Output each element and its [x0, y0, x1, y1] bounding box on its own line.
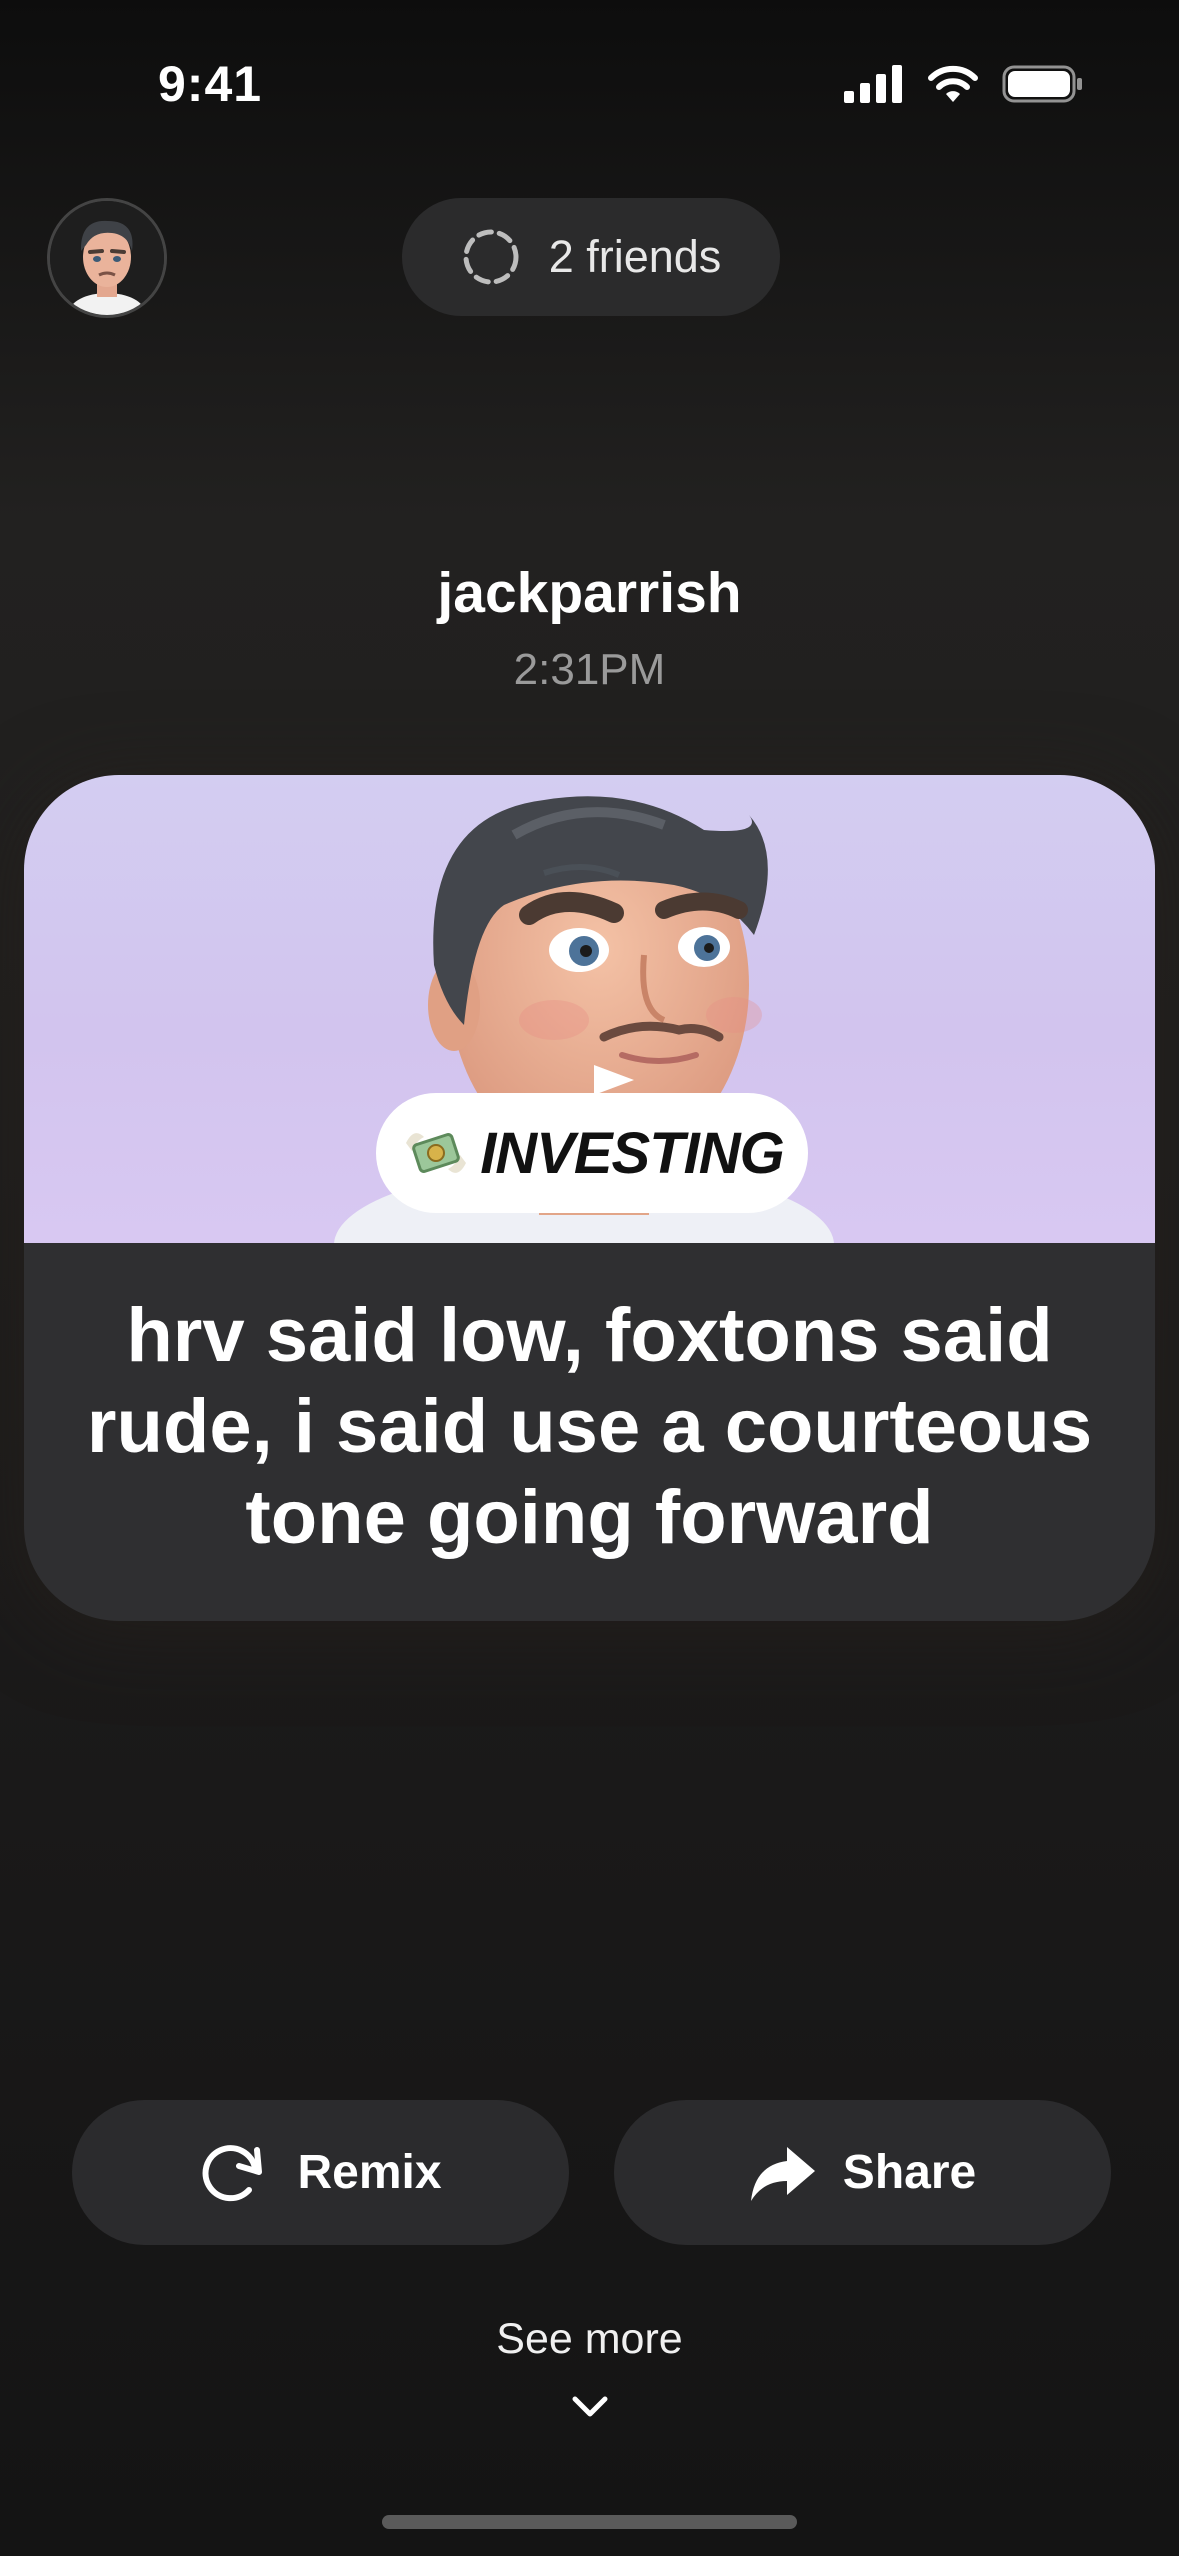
cellular-signal-icon — [844, 65, 902, 103]
remix-label: Remix — [297, 2146, 442, 2199]
topic-sticker: INVESTING — [376, 1093, 808, 1213]
friends-pill[interactable]: 2 friends — [402, 198, 780, 316]
status-bar: 9:41 — [0, 0, 1179, 170]
money-with-wings-icon — [406, 1133, 467, 1173]
share-label: Share — [842, 2146, 977, 2199]
wifi-icon — [928, 65, 978, 102]
dashed-circle-icon — [463, 229, 519, 285]
profile-avatar[interactable] — [47, 198, 167, 318]
post-card[interactable]: INVESTING hrv said low, foxtons said rud… — [24, 775, 1155, 1621]
rotate-clockwise-icon — [203, 2144, 263, 2201]
home-indicator[interactable] — [382, 2515, 797, 2529]
remix-button[interactable]: Remix — [72, 2100, 569, 2245]
friends-label: 2 friends — [548, 231, 722, 282]
post-username[interactable]: jackparrish — [0, 560, 1179, 626]
status-icons — [844, 64, 1084, 104]
post-media: INVESTING — [24, 775, 1155, 1243]
avatar-image — [50, 201, 164, 315]
topic-label: INVESTING — [480, 1120, 785, 1186]
status-time: 9:41 — [158, 56, 263, 112]
post-text: hrv said low, foxtons said rude, i said … — [86, 1293, 1093, 1560]
share-button[interactable]: Share — [614, 2100, 1111, 2245]
battery-icon — [1002, 65, 1082, 103]
see-more-link[interactable]: See more — [0, 2315, 1179, 2364]
post-timestamp: 2:31PM — [513, 645, 666, 694]
chevron-down-icon[interactable] — [571, 2395, 609, 2419]
forward-arrow-icon — [750, 2146, 815, 2201]
